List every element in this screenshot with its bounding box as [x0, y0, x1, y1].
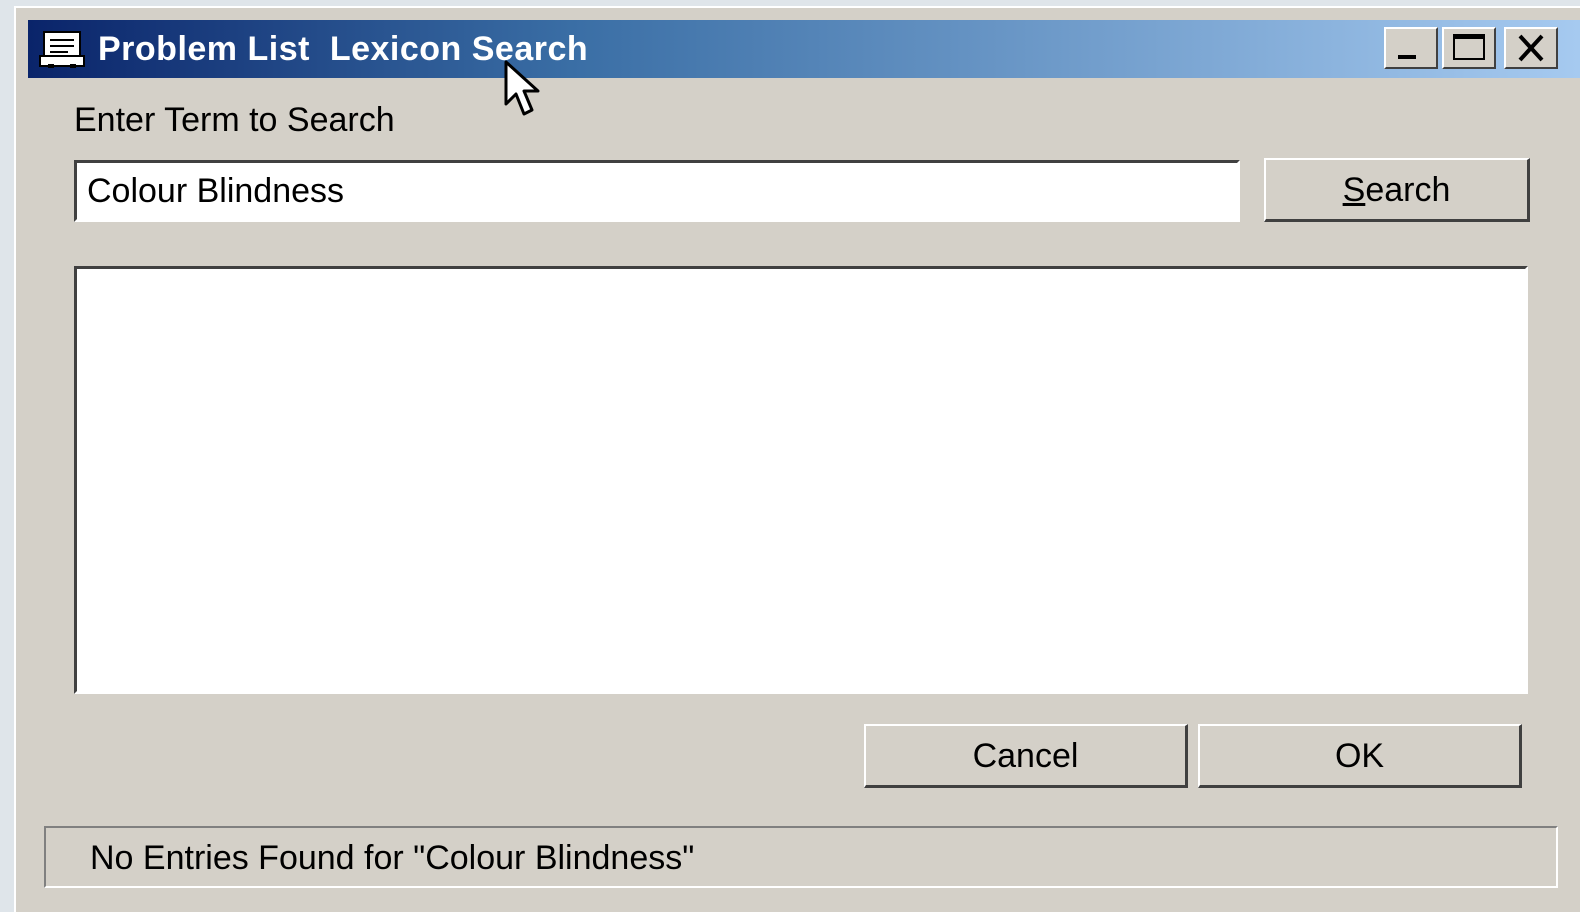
search-results-list[interactable]	[74, 266, 1528, 694]
maximize-button[interactable]	[1442, 27, 1496, 69]
app-icon	[38, 28, 88, 70]
search-button[interactable]: Search	[1264, 158, 1530, 222]
search-term-input[interactable]	[74, 160, 1240, 222]
close-icon	[1518, 34, 1544, 62]
lexicon-search-dialog: Problem List Lexicon Search Enter Term t…	[14, 6, 1580, 912]
ok-button[interactable]: OK	[1198, 724, 1522, 788]
minimize-button[interactable]	[1384, 27, 1438, 69]
cancel-button[interactable]: Cancel	[864, 724, 1188, 788]
status-bar: No Entries Found for "Colour Blindness"	[44, 826, 1558, 888]
status-message: No Entries Found for "Colour Blindness"	[90, 839, 695, 877]
title-bar[interactable]: Problem List Lexicon Search	[28, 20, 1580, 116]
mouse-pointer-icon	[504, 60, 540, 116]
search-term-label: Enter Term to Search	[74, 101, 395, 139]
minimize-icon	[1398, 55, 1416, 59]
close-button[interactable]	[1504, 27, 1558, 69]
maximize-icon	[1453, 34, 1485, 60]
